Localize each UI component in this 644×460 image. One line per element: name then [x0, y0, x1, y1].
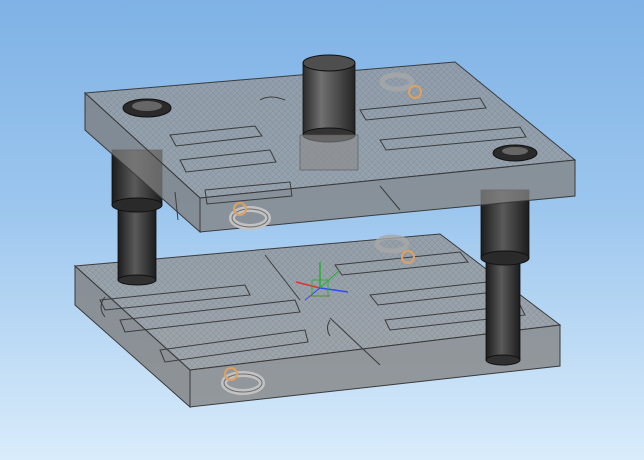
cad-3d-viewport[interactable] [0, 0, 644, 460]
punch-shank[interactable] [299, 54, 359, 171]
die-set-model[interactable] [0, 0, 644, 460]
bushing-bore-right [502, 147, 528, 155]
bushing-bore-left [132, 101, 162, 111]
